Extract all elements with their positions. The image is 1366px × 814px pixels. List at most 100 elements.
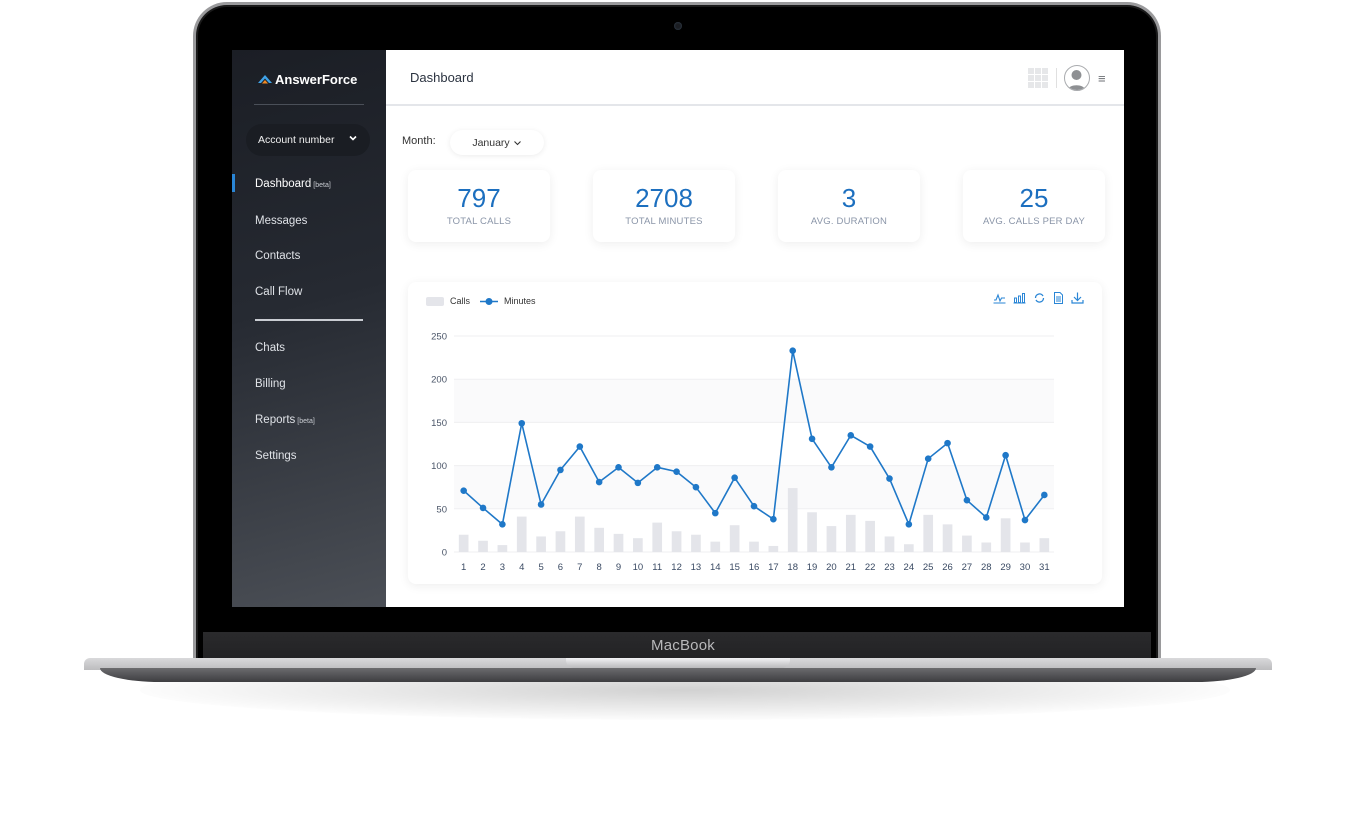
- bar-calls: [981, 542, 992, 552]
- bar-calls: [478, 540, 488, 552]
- y-tick-label: 100: [431, 461, 447, 472]
- month-label: Month:: [402, 135, 436, 147]
- sidebar-item-label: Contacts: [255, 250, 301, 262]
- sidebar-item-settings[interactable]: Settings: [255, 450, 297, 462]
- stat-label: AVG. DURATION: [810, 216, 888, 227]
- camera-icon: [674, 22, 682, 30]
- bar-calls: [729, 525, 740, 552]
- point-minutes: [750, 502, 758, 510]
- x-tick-label: 7: [577, 562, 582, 573]
- sidebar-item-label: Call Flow: [255, 286, 303, 298]
- y-tick-label: 150: [431, 418, 447, 429]
- bar-calls: [516, 516, 527, 552]
- app-logo[interactable]: AnswerForce: [258, 72, 357, 87]
- point-minutes: [1041, 491, 1048, 499]
- bar-calls: [923, 514, 934, 552]
- main-content: Dashboard ≡ Month: January 797 TOTAL CAL…: [386, 50, 1124, 607]
- bar-calls: [1039, 538, 1050, 552]
- apps-grid-icon[interactable]: [1028, 68, 1048, 88]
- sidebar-item-call-flow[interactable]: Call Flow: [255, 286, 302, 298]
- point-minutes: [963, 496, 971, 504]
- x-tick-label: 27: [962, 562, 973, 573]
- point-minutes: [905, 521, 913, 528]
- chevron-down-icon: [513, 140, 521, 145]
- point-minutes: [673, 468, 680, 475]
- point-minutes: [711, 509, 719, 517]
- bar-calls: [884, 536, 895, 552]
- sidebar-item-messages[interactable]: Messages: [255, 215, 307, 227]
- stat-card-avg-duration: 3 AVG. DURATION: [778, 170, 920, 242]
- x-tick-label: 13: [691, 562, 702, 573]
- stat-value: 25: [1019, 183, 1049, 213]
- x-tick-label: 9: [616, 562, 621, 573]
- user-avatar-icon[interactable]: [1064, 65, 1090, 91]
- sidebar-item-label: Messages: [255, 215, 308, 227]
- point-minutes: [886, 475, 893, 482]
- chevron-down-icon: [349, 135, 357, 141]
- stat-card-total-minutes: 2708 TOTAL MINUTES: [593, 170, 735, 242]
- point-minutes: [847, 432, 855, 439]
- stat-label: TOTAL MINUTES: [625, 216, 703, 227]
- point-minutes: [1021, 516, 1029, 524]
- x-tick-label: 2: [480, 562, 485, 573]
- sidebar-item-reports[interactable]: Reports [beta]: [255, 414, 315, 426]
- point-minutes: [1002, 451, 1009, 459]
- x-tick-label: 12: [671, 562, 682, 573]
- bar-calls: [962, 535, 972, 552]
- stat-label: AVG. CALLS PER DAY: [983, 216, 1085, 227]
- x-tick-label: 15: [729, 562, 740, 573]
- sidebar-item-label: Settings: [255, 450, 297, 462]
- sidebar-item-label: Billing: [255, 378, 286, 390]
- stat-value: 2708: [635, 183, 693, 213]
- y-tick-label: 0: [442, 548, 447, 559]
- sidebar-item-label: Dashboard: [255, 178, 312, 190]
- y-tick-label: 250: [431, 332, 447, 343]
- sidebar-item-billing[interactable]: Billing: [255, 378, 286, 390]
- x-tick-label: 6: [558, 562, 563, 573]
- account-number-select[interactable]: Account number: [246, 124, 370, 156]
- sidebar-item-chats[interactable]: Chats: [255, 342, 285, 354]
- sidebar-item-contacts[interactable]: Contacts: [255, 250, 300, 262]
- x-tick-label: 24: [904, 562, 915, 573]
- logo-icon: [258, 74, 272, 83]
- x-tick-label: 21: [845, 562, 856, 573]
- x-tick-label: 19: [807, 562, 818, 573]
- bar-calls: [749, 541, 759, 552]
- app-screen: AnswerForce Account number Dashboard [bet…: [232, 50, 1124, 607]
- grid-band: [454, 465, 1054, 509]
- bar-calls: [691, 534, 701, 552]
- beta-tag: [beta]: [297, 418, 315, 425]
- sidebar: AnswerForce Account number Dashboard [bet…: [232, 50, 386, 607]
- divider: [254, 104, 364, 105]
- y-tick-label: 200: [431, 375, 447, 386]
- sidebar-item-label: Reports: [255, 414, 296, 426]
- x-tick-label: 11: [652, 562, 662, 573]
- month-select[interactable]: January: [450, 130, 544, 155]
- x-tick-label: 14: [710, 562, 721, 573]
- sidebar-item-label: Chats: [255, 342, 286, 354]
- stat-card-avg-calls-per-day: 25 AVG. CALLS PER DAY: [963, 170, 1105, 242]
- x-tick-label: 10: [633, 562, 644, 573]
- x-tick-label: 23: [884, 562, 895, 573]
- stat-value: 797: [457, 183, 501, 213]
- point-minutes: [789, 347, 797, 354]
- point-minutes: [518, 419, 526, 427]
- beta-tag: [beta]: [313, 182, 331, 189]
- sidebar-item-dashboard[interactable]: Dashboard [beta]: [255, 178, 331, 190]
- point-minutes: [615, 464, 622, 471]
- hamburger-menu-icon[interactable]: ≡: [1098, 71, 1106, 86]
- bar-calls: [555, 531, 566, 552]
- bar-calls: [710, 541, 721, 552]
- x-tick-label: 30: [1020, 562, 1031, 573]
- divider: [1056, 68, 1057, 88]
- x-tick-label: 26: [942, 562, 953, 573]
- bar-calls: [1020, 542, 1030, 552]
- x-tick-label: 25: [923, 562, 934, 573]
- bar-calls: [497, 545, 508, 552]
- x-tick-label: 18: [787, 562, 798, 573]
- bar-calls: [942, 524, 953, 552]
- bar-calls: [768, 545, 779, 552]
- bar-calls: [845, 514, 856, 552]
- point-minutes: [576, 443, 584, 450]
- device-brand-label: MacBook: [651, 637, 715, 654]
